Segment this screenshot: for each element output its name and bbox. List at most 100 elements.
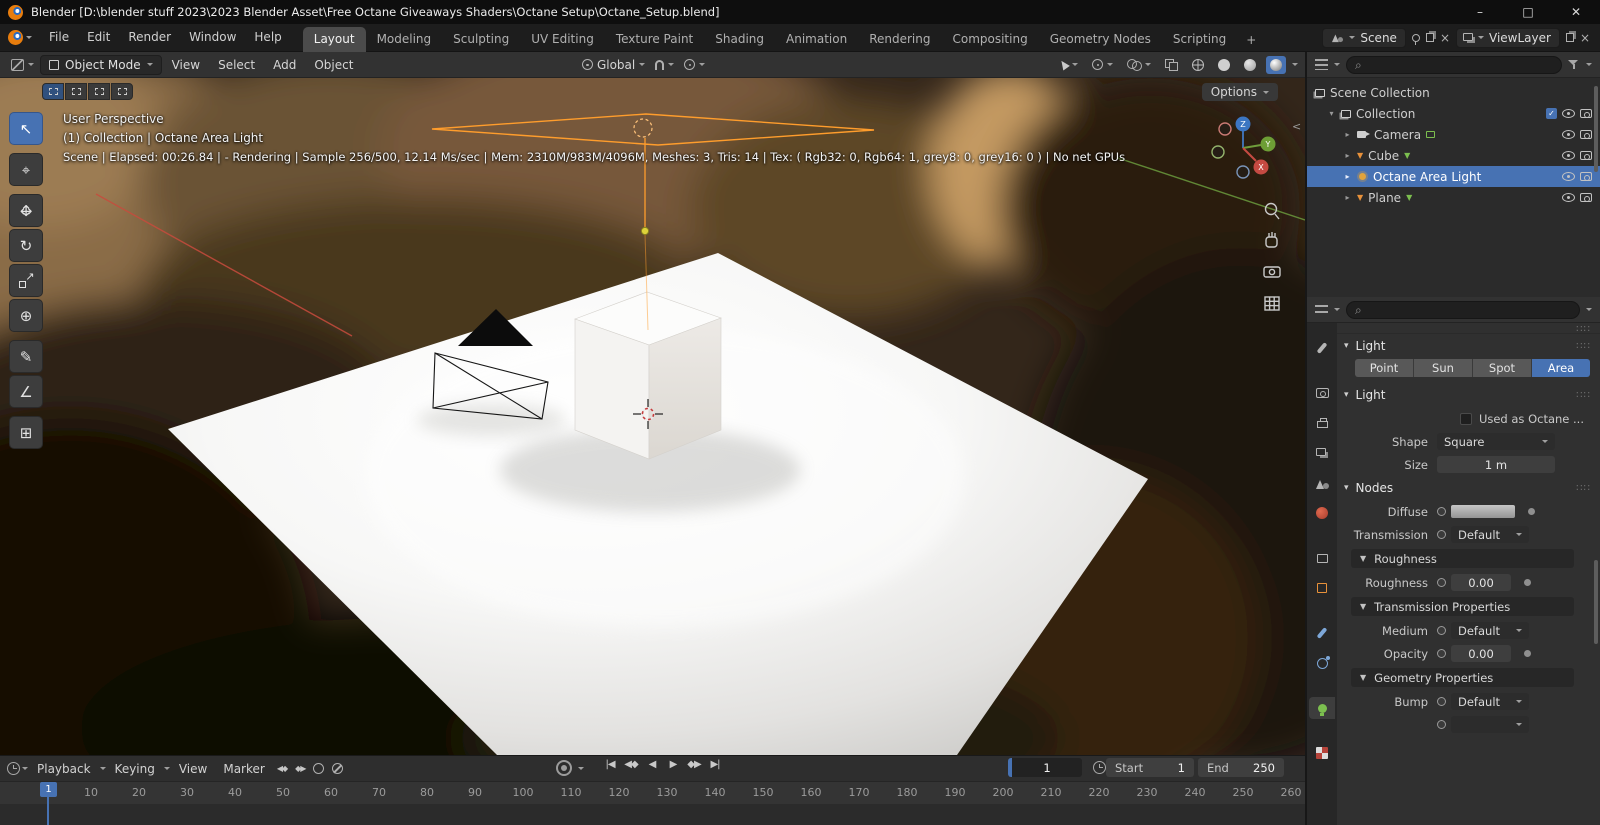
tab-constraint-properties[interactable] xyxy=(1309,622,1335,644)
scale-tool[interactable]: ↗ xyxy=(9,264,43,297)
show-gizmo-toggle[interactable] xyxy=(1088,59,1117,70)
tab-uv-editing[interactable]: UV Editing xyxy=(520,27,605,52)
transform-tool[interactable]: ⊕ xyxy=(9,299,43,332)
shape-dropdown[interactable]: Square xyxy=(1437,433,1555,450)
add-workspace-button[interactable]: + xyxy=(1237,28,1265,52)
disable-in-renders-icon[interactable] xyxy=(1580,151,1592,160)
jump-to-prev-marker-icon[interactable]: ◀◆ xyxy=(274,764,290,773)
playhead-line[interactable] xyxy=(47,796,49,825)
panel-header-light[interactable]: ▾ Light ∷∷ xyxy=(1337,334,1600,358)
collection-checkbox[interactable]: ✓ xyxy=(1546,108,1557,119)
annotate-tool[interactable]: ✎ xyxy=(9,340,43,373)
app-menu-icon[interactable] xyxy=(8,30,23,45)
bump-dropdown[interactable]: Default xyxy=(1451,693,1529,710)
menu-render[interactable]: Render xyxy=(119,24,180,51)
node-socket-icon[interactable] xyxy=(1437,626,1446,635)
opacity-field[interactable]: 0.00 xyxy=(1451,645,1511,662)
options-button[interactable]: Options xyxy=(1201,83,1278,101)
panel-header-nodes[interactable]: ▾ Nodes ∷∷ xyxy=(1337,476,1600,500)
expand-icon[interactable]: ▾ xyxy=(1327,109,1336,118)
gizmo-negative-z-axis[interactable] xyxy=(1236,165,1250,179)
roughness-field[interactable]: 0.00 xyxy=(1451,574,1511,591)
outliner-item-collection[interactable]: ▾ Collection ✓ xyxy=(1307,103,1600,124)
select-mode-subtract-button[interactable] xyxy=(88,83,110,100)
next-keyframe-button[interactable]: ◆▶ xyxy=(686,759,702,770)
tab-physics-properties[interactable] xyxy=(1309,652,1335,674)
tab-world-properties[interactable] xyxy=(1309,502,1335,524)
medium-dropdown[interactable]: Default xyxy=(1451,622,1529,639)
tab-animation[interactable]: Animation xyxy=(775,27,858,52)
select-mode-extend-button[interactable] xyxy=(65,83,87,100)
menu-file[interactable]: File xyxy=(40,24,78,51)
tab-rendering[interactable]: Rendering xyxy=(858,27,941,52)
shading-rendered-button[interactable] xyxy=(1266,55,1286,74)
shading-solid-button[interactable] xyxy=(1214,56,1234,74)
tab-render-properties[interactable] xyxy=(1309,382,1335,404)
socket-output-dot-icon[interactable] xyxy=(1524,579,1531,586)
minimize-button[interactable]: – xyxy=(1456,0,1504,24)
node-socket-icon[interactable] xyxy=(1437,507,1446,516)
jump-to-start-button[interactable]: |◀ xyxy=(602,759,618,770)
expand-icon[interactable]: ▸ xyxy=(1343,172,1352,181)
node-socket-icon[interactable] xyxy=(1437,530,1446,539)
diffuse-color-swatch[interactable] xyxy=(1451,505,1515,518)
outliner-item-cube[interactable]: ▸ ▼ Cube ▼ xyxy=(1307,145,1600,166)
hide-in-viewport-icon[interactable] xyxy=(1562,193,1575,202)
xray-toggle[interactable] xyxy=(1161,59,1182,71)
editor-type-timeline-icon[interactable] xyxy=(7,762,20,775)
playhead-frame-badge[interactable]: 1 xyxy=(40,782,57,797)
remove-viewlayer-icon[interactable]: × xyxy=(1580,32,1590,44)
editor-type-viewport-icon[interactable] xyxy=(11,58,24,71)
editor-type-properties-icon[interactable] xyxy=(1315,304,1328,315)
select-mode-invert-button[interactable] xyxy=(111,83,133,100)
menu-add[interactable]: Add xyxy=(265,55,304,75)
prev-keyframe-button[interactable]: ◀◆ xyxy=(623,759,639,770)
viewport-area[interactable]: Z Y X < User Perspective (1) Collection … xyxy=(0,78,1305,755)
maximize-button[interactable]: □ xyxy=(1504,0,1552,24)
gizmo-negative-x-axis[interactable] xyxy=(1218,122,1232,136)
hide-in-viewport-icon[interactable] xyxy=(1562,130,1575,139)
play-button[interactable]: ▶ xyxy=(665,759,681,770)
menu-marker[interactable]: Marker xyxy=(216,759,271,779)
menu-playback[interactable]: Playback xyxy=(30,759,98,779)
unlink-scene-icon[interactable]: × xyxy=(1440,32,1450,44)
tab-object-properties[interactable] xyxy=(1309,577,1335,599)
new-viewlayer-icon[interactable] xyxy=(1565,33,1574,42)
menu-keying[interactable]: Keying xyxy=(108,759,162,779)
disable-in-renders-icon[interactable] xyxy=(1580,172,1592,181)
gizmo-negative-y-axis[interactable] xyxy=(1211,145,1225,159)
shading-wireframe-button[interactable] xyxy=(1188,56,1208,74)
editor-separator[interactable] xyxy=(1305,52,1307,825)
menu-view-timeline[interactable]: View xyxy=(172,759,214,779)
cropped-dropdown[interactable] xyxy=(1451,716,1529,733)
add-cube-tool[interactable]: ⊞ xyxy=(9,416,43,449)
menu-select[interactable]: Select xyxy=(210,55,263,75)
tab-layout[interactable]: Layout xyxy=(302,26,366,52)
light-type-point-button[interactable]: Point xyxy=(1355,359,1413,377)
mode-dropdown[interactable]: Object Mode xyxy=(40,54,162,75)
light-type-sun-button[interactable]: Sun xyxy=(1414,359,1472,377)
tab-geometry-nodes[interactable]: Geometry Nodes xyxy=(1039,27,1162,52)
geometry-properties-section-header[interactable]: ▼ Geometry Properties xyxy=(1351,668,1574,687)
hide-in-viewport-icon[interactable] xyxy=(1562,172,1575,181)
node-socket-icon[interactable] xyxy=(1437,578,1446,587)
outliner-item-octane-area-light[interactable]: ▸ Octane Area Light xyxy=(1307,166,1600,187)
light-type-spot-button[interactable]: Spot xyxy=(1473,359,1531,377)
expand-icon[interactable]: ▸ xyxy=(1343,151,1352,160)
light-handle-dot[interactable] xyxy=(640,226,650,236)
auto-keyframe-button[interactable] xyxy=(556,760,572,776)
transmission-dropdown[interactable]: Default xyxy=(1451,526,1529,543)
shading-material-button[interactable] xyxy=(1240,56,1260,74)
pin-scene-icon[interactable] xyxy=(1411,33,1420,45)
tab-scripting[interactable]: Scripting xyxy=(1162,27,1237,52)
node-socket-icon[interactable] xyxy=(1437,720,1446,729)
tab-tool-properties[interactable] xyxy=(1309,337,1335,359)
filter-icon[interactable] xyxy=(1568,59,1580,70)
tab-output-properties[interactable] xyxy=(1309,412,1335,434)
socket-output-dot-icon[interactable] xyxy=(1524,650,1531,657)
expand-icon[interactable]: ▸ xyxy=(1343,193,1352,202)
viewport-canvas[interactable]: Z Y X < xyxy=(0,78,1305,755)
menu-edit[interactable]: Edit xyxy=(78,24,119,51)
keying-set-icon[interactable] xyxy=(313,763,325,774)
proportional-editing-toggle[interactable] xyxy=(680,59,709,70)
